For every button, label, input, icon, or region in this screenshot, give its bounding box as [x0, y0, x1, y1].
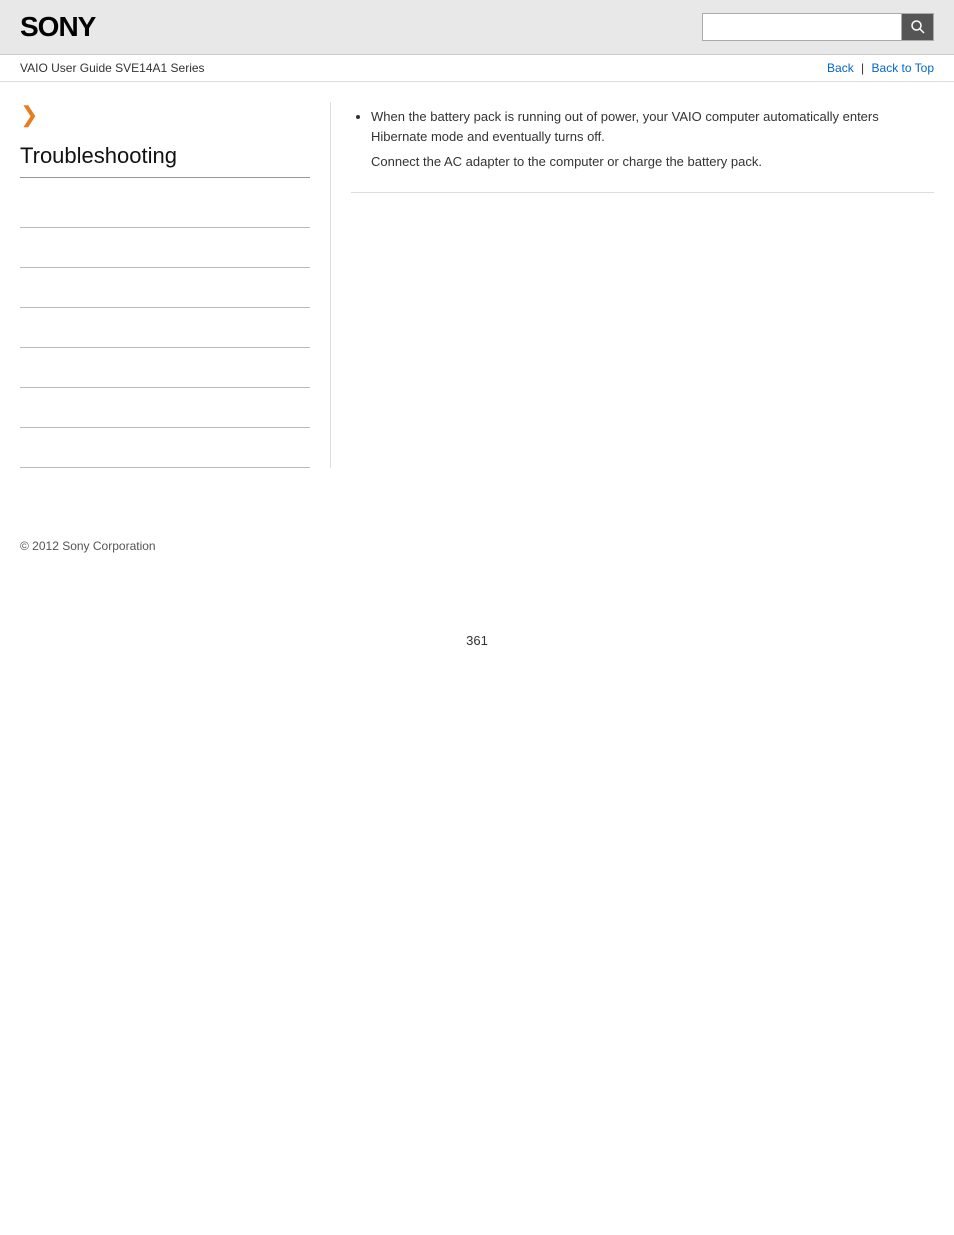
- sidebar-link-6[interactable]: [20, 401, 23, 415]
- sidebar-links: [20, 188, 310, 468]
- search-container: [702, 13, 934, 41]
- list-item: [20, 228, 310, 268]
- list-item: [20, 268, 310, 308]
- nav-links: Back | Back to Top: [827, 61, 934, 75]
- page-number: 361: [0, 633, 954, 668]
- main-content: ❯ Troubleshooting: [0, 82, 954, 488]
- footer: © 2012 Sony Corporation: [0, 518, 954, 573]
- content-subtext: Connect the AC adapter to the computer o…: [351, 152, 934, 172]
- guide-title: VAIO User Guide SVE14A1 Series: [20, 61, 205, 75]
- content-divider: [351, 192, 934, 193]
- search-icon: [910, 19, 926, 35]
- list-item: [20, 348, 310, 388]
- content-list: When the battery pack is running out of …: [351, 107, 934, 146]
- nav-bar: VAIO User Guide SVE14A1 Series Back | Ba…: [0, 55, 954, 82]
- search-button[interactable]: [902, 13, 934, 41]
- sidebar-link-3[interactable]: [20, 281, 23, 295]
- back-to-top-link[interactable]: Back to Top: [872, 61, 934, 75]
- sidebar-link-2[interactable]: [20, 241, 23, 255]
- back-link[interactable]: Back: [827, 61, 854, 75]
- list-item: [20, 308, 310, 348]
- copyright-text: © 2012 Sony Corporation: [20, 539, 156, 553]
- sidebar-link-4[interactable]: [20, 321, 23, 335]
- sidebar: ❯ Troubleshooting: [20, 102, 330, 468]
- search-input[interactable]: [702, 13, 902, 41]
- content-bullet: When the battery pack is running out of …: [371, 107, 934, 146]
- header: SONY: [0, 0, 954, 55]
- sidebar-link-7[interactable]: [20, 441, 23, 455]
- chevron-icon: ❯: [20, 102, 38, 128]
- section-title: Troubleshooting: [20, 143, 310, 178]
- nav-separator: |: [861, 61, 864, 75]
- sidebar-link-5[interactable]: [20, 361, 23, 375]
- list-item: [20, 388, 310, 428]
- sony-logo: SONY: [20, 11, 95, 43]
- content-area: When the battery pack is running out of …: [330, 102, 934, 468]
- list-item: [20, 188, 310, 228]
- sidebar-link-1[interactable]: [20, 201, 23, 215]
- list-item: [20, 428, 310, 468]
